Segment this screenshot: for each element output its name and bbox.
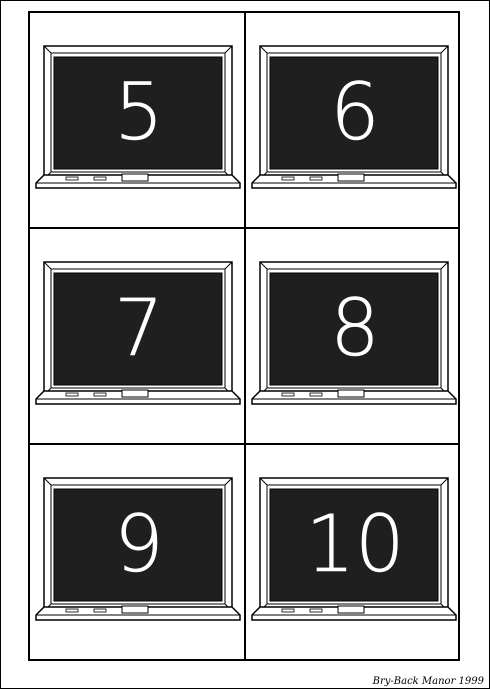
card-number: 10	[305, 500, 405, 590]
chalk-icon	[309, 392, 323, 397]
chalk-icon	[281, 608, 295, 613]
number-card-9: 9	[30, 445, 246, 661]
chalk-icon	[93, 392, 107, 397]
chalk-icon	[281, 392, 295, 397]
card-number: 7	[114, 284, 164, 374]
eraser-icon	[121, 173, 149, 182]
chalk-icon	[309, 176, 323, 181]
card-number: 8	[330, 284, 380, 374]
card-number: 5	[114, 68, 164, 158]
card-number: 9	[114, 500, 164, 590]
chalk-icon	[281, 176, 295, 181]
chalk-icon	[93, 608, 107, 613]
chalk-icon	[309, 608, 323, 613]
eraser-icon	[121, 389, 149, 398]
eraser-icon	[337, 389, 365, 398]
chalk-icon	[65, 392, 79, 397]
number-card-8: 8	[246, 229, 462, 445]
eraser-icon	[337, 605, 365, 614]
card-number: 6	[330, 68, 380, 158]
number-card-7: 7	[30, 229, 246, 445]
eraser-icon	[121, 605, 149, 614]
chalk-icon	[93, 176, 107, 181]
chalk-icon	[65, 176, 79, 181]
eraser-icon	[337, 173, 365, 182]
credit-text: Bry-Back Manor 1999	[372, 676, 484, 687]
number-card-5: 5	[30, 13, 246, 229]
chalk-icon	[65, 608, 79, 613]
number-card-6: 6	[246, 13, 462, 229]
number-card-10: 10	[246, 445, 462, 661]
